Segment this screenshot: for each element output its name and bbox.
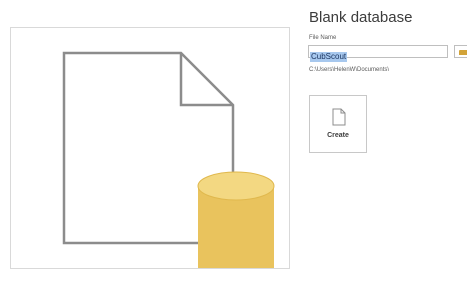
browse-button[interactable]: [454, 45, 467, 58]
file-name-label: File Name: [309, 35, 337, 41]
document-icon: [332, 108, 346, 126]
database-preview: [10, 27, 290, 269]
page-title: Blank database: [309, 9, 413, 26]
blank-document-database-icon: [62, 51, 275, 268]
create-label: Create: [327, 132, 349, 139]
folder-icon: [459, 50, 467, 55]
save-path: C:\Users\HelenW\Documents\: [309, 67, 390, 73]
create-button[interactable]: Create: [309, 95, 367, 153]
file-name-value: CubScout: [310, 52, 348, 62]
file-name-input[interactable]: CubScout: [308, 45, 448, 62]
